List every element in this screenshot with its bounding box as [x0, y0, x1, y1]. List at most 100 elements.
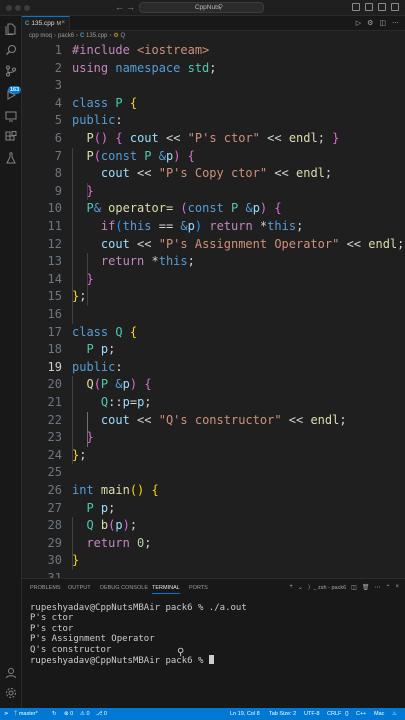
code-line[interactable]: 9 } [22, 183, 405, 201]
code-token: "Q's constructor" [158, 412, 282, 427]
toggle-sidebar-icon[interactable] [352, 3, 360, 11]
cursor-position[interactable]: Ln 19, Col 8 [230, 708, 260, 720]
code-line[interactable]: 13 return *this; [22, 253, 405, 271]
maximize-panel-icon[interactable]: ⌃ [385, 584, 390, 591]
tab-135-cpp[interactable]: C 135.cpp M × [22, 16, 70, 31]
code-line[interactable]: 16 [22, 306, 405, 324]
code-line[interactable]: 15}; [22, 288, 405, 306]
errors-count[interactable]: ⊗ 0 [64, 708, 73, 720]
command-center-search[interactable]: ⚲ CppNuts [139, 2, 264, 13]
tab-problems[interactable]: PROBLEMS [30, 585, 61, 591]
tab-terminal[interactable]: TERMINAL [152, 585, 180, 594]
code-line[interactable]: 4 class P { [22, 95, 405, 113]
run-play-icon[interactable]: ▷ [356, 19, 361, 27]
code-line[interactable]: 24}; [22, 447, 405, 465]
git-branch[interactable]: ᛉ master* [14, 708, 38, 720]
code-line[interactable]: 6 P() { cout << "P's ctor" << endl; } [22, 130, 405, 148]
code-line[interactable]: 26 int main() { [22, 482, 405, 500]
ports-count[interactable]: ⎇ 0 [96, 708, 107, 720]
code-token: main [100, 483, 130, 497]
minimize-window-button[interactable] [15, 5, 21, 11]
forward-arrow-icon[interactable]: → [126, 2, 135, 12]
encoding[interactable]: UTF-8 [304, 708, 320, 720]
code-line[interactable]: 8 cout << "P's Copy ctor" << endl; [22, 165, 405, 183]
code-token: const [187, 201, 231, 216]
sync-icon[interactable]: ↻ [52, 708, 57, 720]
close-window-button[interactable] [6, 5, 12, 11]
terminal-line: rupeshyadav@CppNutsMBAir pack6 % ./a.out [30, 603, 247, 613]
breadcrumb-item[interactable]: 135.cpp [86, 33, 107, 39]
breadcrumb-item[interactable]: cpp moq [29, 33, 52, 39]
breadcrumb-item[interactable]: pack6 [58, 33, 74, 39]
language-mode[interactable]: C++ [356, 708, 366, 720]
source-control-icon[interactable] [5, 64, 17, 77]
settings-gear-icon[interactable]: ⚙ [367, 19, 373, 27]
run-debug-icon[interactable] [5, 88, 17, 100]
code-line[interactable]: 22 cout << "Q's constructor" << endl; [22, 412, 405, 430]
more-actions-icon[interactable]: ⋯ [392, 19, 399, 27]
kill-terminal-icon[interactable]: 🗑 [362, 584, 370, 591]
code-token: ; [129, 518, 138, 533]
code-line[interactable]: 31 [22, 570, 405, 578]
terminal-dropdown-icon[interactable]: ⌄ [298, 584, 303, 591]
close-panel-icon[interactable]: × [395, 584, 399, 590]
account-icon[interactable] [5, 666, 17, 679]
code-line[interactable]: 28 Q b(p); [22, 517, 405, 535]
indentation[interactable]: Tab Size: 2 [269, 708, 296, 720]
close-tab-icon[interactable]: × [61, 17, 65, 30]
code-line[interactable]: 23 } [22, 429, 405, 447]
back-arrow-icon[interactable]: ← [115, 2, 124, 12]
warnings-count[interactable]: ⚠ 0 [80, 708, 90, 720]
more-actions-icon[interactable]: ⋯ [374, 584, 380, 591]
tab-output[interactable]: OUTPUT [68, 585, 91, 591]
code-token: ( [115, 219, 123, 233]
explorer-files-icon[interactable] [5, 22, 17, 36]
code-token: ; [144, 395, 152, 409]
code-line[interactable]: 27 P p; [22, 500, 405, 518]
terminal-selector[interactable]: 〉_ zsh - pack6 [308, 583, 346, 591]
code-line[interactable]: 21 Q::p=p; [22, 394, 405, 412]
platform[interactable]: Mac [374, 708, 384, 720]
customize-layout-icon[interactable] [391, 3, 399, 11]
code-editor[interactable]: 1 #include <iostream> 2 using namespace std… [22, 42, 405, 578]
code-line[interactable]: 3 [22, 77, 405, 95]
code-line[interactable]: 25 [22, 464, 405, 482]
split-editor-icon[interactable]: ◫ [379, 19, 386, 27]
notifications-bell-icon[interactable]: ♨ [392, 708, 397, 720]
remote-indicator-icon[interactable]: ⋗ [4, 708, 9, 720]
code-line[interactable]: 19 public: [22, 359, 405, 377]
toggle-secondary-sidebar-icon[interactable] [378, 3, 386, 11]
split-terminal-icon[interactable]: ◫ [351, 584, 357, 591]
code-line[interactable]: 10 P& operator= (const P &p) { [22, 200, 405, 218]
code-line[interactable]: 7 P(const P &p) { [22, 148, 405, 166]
code-line[interactable]: 18 P p; [22, 341, 405, 359]
breadcrumb-item[interactable]: Q [120, 33, 125, 39]
code-line[interactable]: 29 return 0; [22, 535, 405, 553]
code-line[interactable]: 2 using namespace std; [22, 60, 405, 78]
tab-debug-console[interactable]: DEBUG CONSOLE [100, 585, 148, 591]
extensions-icon[interactable] [5, 130, 17, 142]
testing-flask-icon[interactable] [5, 151, 17, 164]
code-line[interactable]: 17 class Q { [22, 324, 405, 342]
end-of-line[interactable]: CRLF [327, 708, 341, 720]
code-line[interactable]: 14 } [22, 271, 405, 289]
language-braces-icon[interactable]: {} [345, 708, 349, 720]
line-number: 9 [54, 183, 62, 198]
code-token: ) [129, 377, 138, 392]
code-line[interactable]: 11 if(this == &p) return *this; [22, 218, 405, 236]
code-line[interactable]: 30} [22, 552, 405, 570]
tab-ports[interactable]: PORTS [189, 585, 208, 591]
terminal-output[interactable]: rupeshyadav@CppNutsMBAir pack6 % ./a.out… [30, 603, 247, 666]
code-line[interactable]: 12 cout << "P's Assignment Operator" << … [22, 236, 405, 254]
code-line[interactable]: 20 Q(P &p) { [22, 376, 405, 394]
maximize-window-button[interactable] [24, 5, 30, 11]
remote-explorer-icon[interactable] [5, 109, 17, 122]
code-text: }; [72, 288, 86, 306]
toggle-panel-icon[interactable] [365, 3, 373, 11]
search-icon[interactable] [5, 43, 17, 55]
manage-gear-icon[interactable] [5, 686, 17, 698]
code-line[interactable]: 1 #include <iostream> [22, 42, 405, 60]
code-line[interactable]: 5 public: [22, 112, 405, 130]
new-terminal-icon[interactable]: + [289, 584, 293, 590]
